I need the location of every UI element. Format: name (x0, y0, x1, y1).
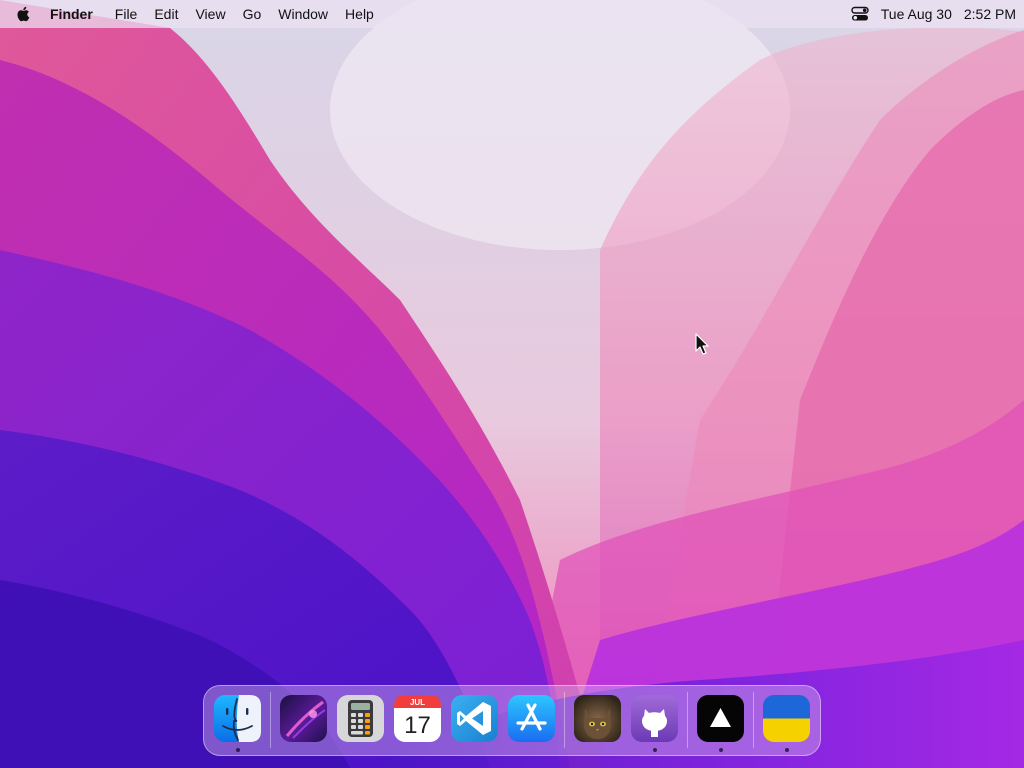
dock-divider (564, 692, 565, 748)
menu-window[interactable]: Window (278, 0, 328, 28)
dock-item-app-store[interactable] (507, 694, 556, 743)
menu-app-name[interactable]: Finder (50, 0, 93, 28)
menu-file[interactable]: File (115, 0, 138, 28)
menu-bar-time[interactable]: 2:52 PM (964, 6, 1016, 22)
github-icon (631, 695, 678, 742)
running-indicator (719, 748, 723, 752)
dock: JUL 17 (203, 685, 821, 756)
menu-edit[interactable]: Edit (154, 0, 178, 28)
running-indicator (785, 748, 789, 752)
calendar-icon: JUL 17 (394, 695, 441, 742)
desktop: Finder File Edit View Go Window Help Tue… (0, 0, 1024, 768)
menu-view[interactable]: View (195, 0, 225, 28)
apple-icon[interactable] (16, 6, 30, 22)
calendar-month: JUL (410, 698, 425, 707)
dock-item-vercel[interactable] (696, 694, 745, 752)
menu-bar-status-area: Tue Aug 30 2:52 PM (851, 6, 1016, 22)
mouse-pointer-icon (695, 333, 709, 355)
menu-help[interactable]: Help (345, 0, 374, 28)
dock-item-finder[interactable] (213, 694, 262, 752)
control-center-icon[interactable] (851, 6, 869, 22)
running-indicator (653, 748, 657, 752)
dock-item-ukraine-flag[interactable] (762, 694, 811, 752)
dock-divider (753, 692, 754, 748)
dock-item-launchpad[interactable] (279, 694, 328, 743)
running-indicator (236, 748, 240, 752)
app-store-icon (508, 695, 555, 742)
dock-item-calendar[interactable]: JUL 17 (393, 694, 442, 743)
dock-item-cat-photo[interactable] (573, 694, 622, 743)
cat-photo-icon (574, 695, 621, 742)
menu-bar: Finder File Edit View Go Window Help Tue… (0, 0, 1024, 28)
dock-item-vscode[interactable] (450, 694, 499, 743)
calendar-day: 17 (404, 712, 431, 739)
vscode-icon (451, 695, 498, 742)
dock-divider (687, 692, 688, 748)
wallpaper-monterey (0, 0, 1024, 768)
launchpad-icon (280, 695, 327, 742)
dock-divider (270, 692, 271, 748)
vercel-triangle-icon (697, 695, 744, 742)
menu-bar-date[interactable]: Tue Aug 30 (881, 6, 952, 22)
menu-go[interactable]: Go (243, 0, 262, 28)
dock-item-calculator[interactable] (336, 694, 385, 743)
calculator-icon (337, 695, 384, 742)
finder-icon (214, 695, 261, 742)
ukraine-flag-icon (763, 695, 810, 742)
dock-item-github-desktop[interactable] (630, 694, 679, 752)
